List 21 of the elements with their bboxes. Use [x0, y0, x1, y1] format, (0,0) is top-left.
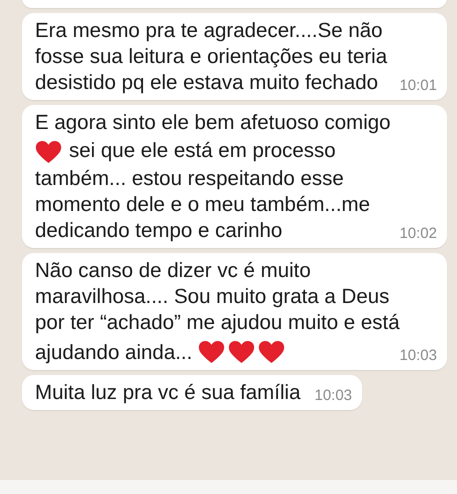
message-text: desistido pq ele estava muito fechado — [35, 70, 378, 96]
heart-icon — [228, 340, 256, 364]
message-text: Muita luz pra vc é sua família — [35, 380, 300, 406]
message-text: fosse sua leitura e orientações eu teria — [35, 44, 388, 70]
message-time: 10:03 — [398, 346, 437, 366]
message-text: dedicando tempo e carinho — [35, 218, 282, 244]
message-text: também... estou respeitando esse — [35, 166, 344, 192]
heart-icon — [35, 140, 62, 164]
message-time: 10:01 — [398, 76, 437, 96]
heart-icon — [198, 340, 226, 364]
message-text: por ter “achado” me ajudou muito e está — [35, 310, 400, 336]
message-text: Não canso de dizer vc é muito — [35, 258, 311, 284]
message-text: E agora sinto ele bem afetuoso comigo — [35, 110, 391, 136]
message-text: Era mesmo pra te agradecer....Se não — [35, 18, 383, 44]
message-text: sei que ele está em processo — [69, 138, 336, 164]
message-text: maravilhosa.... Sou muito grata a Deus — [35, 284, 390, 310]
message-text: ajudando ainda... — [35, 340, 192, 366]
message-text: momento dele e o meu também...me — [35, 192, 370, 218]
heart-icon — [258, 340, 286, 364]
message-time: 10:03 — [313, 386, 352, 406]
message-time: 10:02 — [398, 224, 437, 244]
